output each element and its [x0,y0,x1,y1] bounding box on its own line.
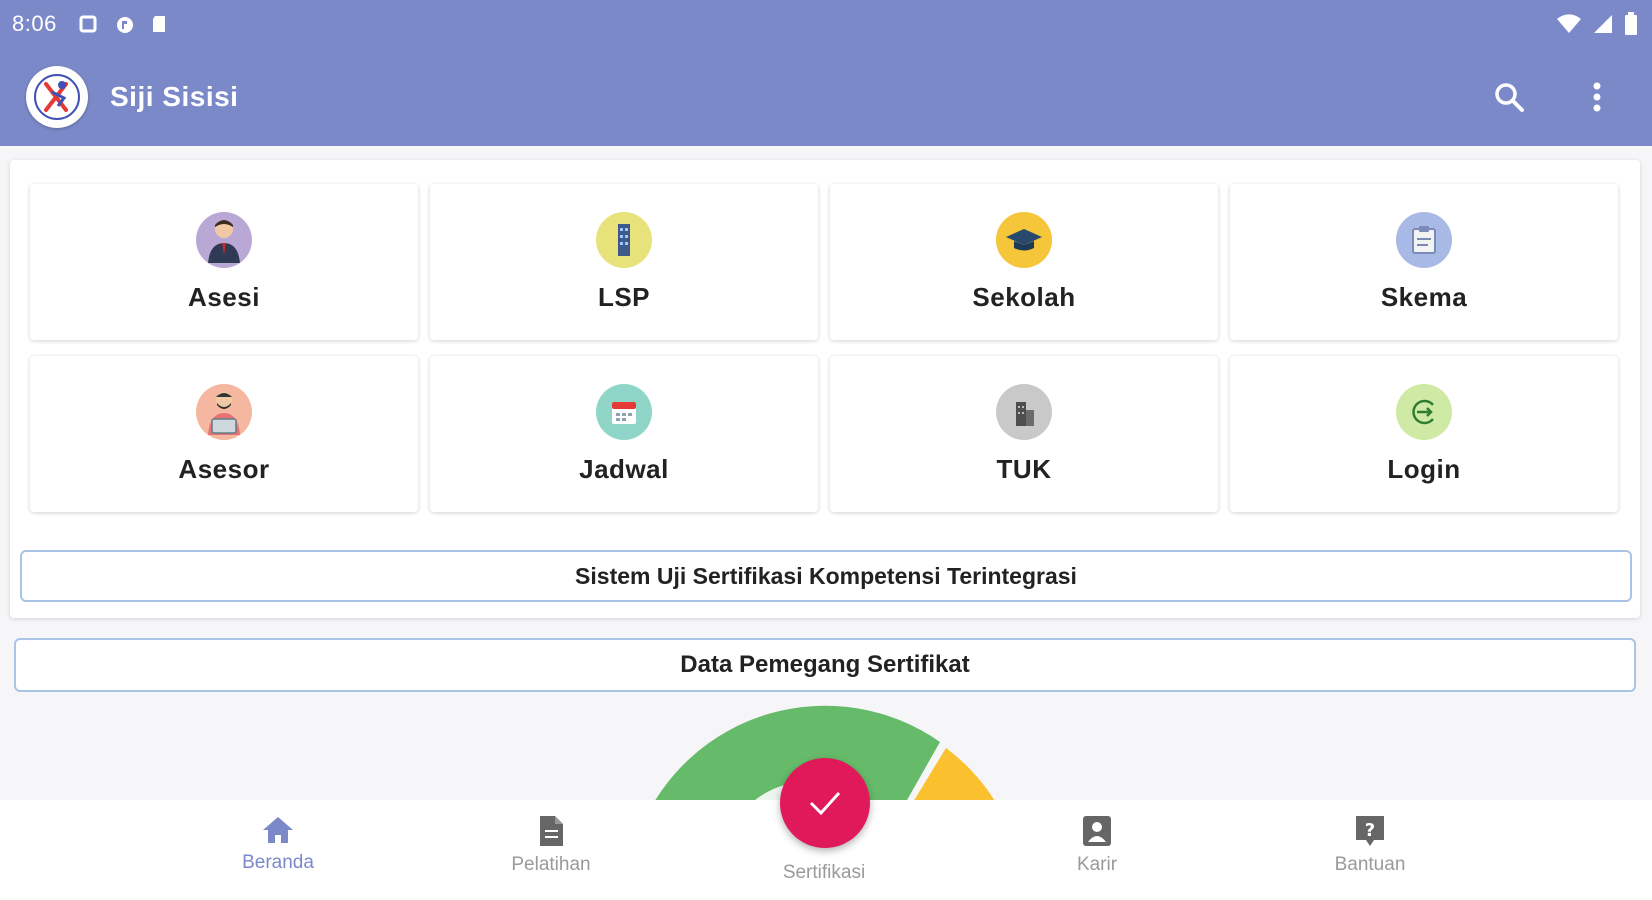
tile-label: Asesi [188,281,260,312]
nav-sertifikasi[interactable]: Sertifikasi [724,856,924,884]
overflow-menu-button[interactable] [1572,72,1622,122]
app-bar: Siji Sisisi [0,48,1652,146]
assessor-laptop-icon [196,383,252,440]
sistem-uji-button[interactable]: Sistem Uji Sertifikasi Kompetensi Terint… [20,550,1632,602]
app-logo-icon [34,74,80,120]
nav-beranda[interactable]: Beranda [178,814,378,874]
more-vertical-icon [1593,82,1601,112]
calendar-icon [596,383,652,440]
tile-sekolah[interactable]: Sekolah [830,184,1218,340]
user-suit-icon [196,211,252,268]
notification-circle-icon [115,15,133,33]
data-pemegang-sertifikat-button[interactable]: Data Pemegang Sertifikat [14,638,1636,692]
tile-skema[interactable]: Skema [1230,184,1618,340]
person-badge-icon [1083,816,1111,846]
tile-jadwal[interactable]: Jadwal [430,356,818,512]
tile-label: TUK [996,453,1052,484]
tile-label: Skema [1380,281,1468,312]
tile-label: Asesor [178,453,270,484]
menu-grid: Asesi LSP Sekolah Skema Asesor Jadwal TU… [30,184,1618,512]
nav-label: Pelatihan [511,854,591,875]
document-icon [540,816,563,846]
tile-label: Jadwal [579,453,669,484]
help-icon: ? [1356,816,1384,846]
nav-pelatihan[interactable]: Pelatihan [451,814,651,876]
nav-bantuan[interactable]: ? Bantuan [1270,814,1470,876]
login-arrow-icon [1396,383,1452,440]
svg-text:?: ? [1365,820,1375,841]
status-bar: 8:06 [0,0,1652,48]
sd-card-icon [151,15,169,33]
main-menu-panel: Asesi LSP Sekolah Skema Asesor Jadwal TU… [10,160,1640,618]
search-icon [1495,83,1524,112]
home-icon [263,817,293,843]
tile-login[interactable]: Login [1230,356,1618,512]
app-actions [1484,72,1622,122]
status-right-icons [1556,12,1638,41]
graduation-cap-icon [996,211,1052,268]
check-icon [809,791,841,816]
app-title: Siji Sisisi [110,81,239,112]
nav-label: Beranda [242,852,314,873]
battery-icon [1624,12,1638,41]
tile-label: Sekolah [972,281,1076,312]
nav-label: Karir [1076,854,1118,875]
office-building-icon [996,383,1052,440]
tile-lsp[interactable]: LSP [430,184,818,340]
document-board-icon [1396,211,1452,268]
signal-icon [1592,13,1614,40]
nav-karir[interactable]: Karir [997,814,1197,876]
tile-label: Login [1387,453,1461,484]
tile-label: LSP [597,281,651,312]
tile-asesi[interactable]: Asesi [30,184,418,340]
notification-square-icon [79,15,97,33]
nav-label: Bantuan [1334,854,1406,875]
sertifikasi-fab-button[interactable] [780,758,870,848]
wifi-icon [1556,13,1582,40]
search-button[interactable] [1484,72,1534,122]
nav-label: Sertifikasi [782,862,866,883]
app-logo [26,66,88,128]
tile-asesor[interactable]: Asesor [30,356,418,512]
status-time: 8:06 [12,11,57,36]
tile-tuk[interactable]: TUK [830,356,1218,512]
building-icon [596,211,652,268]
